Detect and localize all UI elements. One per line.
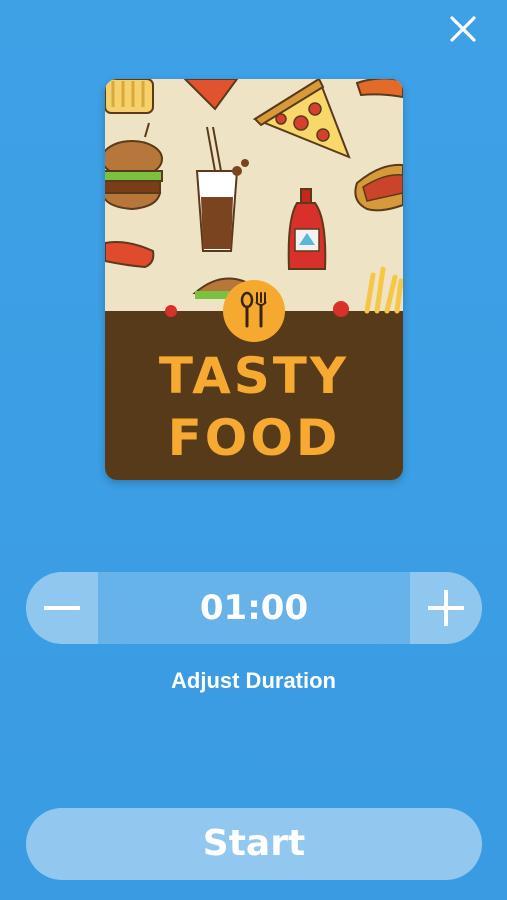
theme-card: TASTY FOOD [105, 79, 403, 480]
fries-icon [105, 79, 154, 114]
card-title-line-2: FOOD [167, 409, 341, 467]
fries-icon [364, 266, 403, 314]
burger-icon [105, 122, 163, 211]
badge [223, 280, 285, 342]
card-title-line-1: TASTY [158, 347, 350, 405]
drink-icon [195, 126, 249, 252]
decrease-duration-button[interactable] [26, 572, 98, 644]
increase-duration-button[interactable] [410, 572, 482, 644]
duration-stepper: 01:00 [26, 572, 482, 644]
pizza-slice-icon [183, 79, 239, 111]
minus-icon [44, 606, 80, 610]
sausage-icon [355, 79, 403, 99]
spoon-fork-icon [240, 291, 267, 328]
pizza-icon [252, 79, 351, 159]
plus-icon [428, 590, 464, 626]
hotdog-icon [354, 163, 403, 212]
ketchup-icon [287, 188, 327, 270]
adjust-duration-label: Adjust Duration [171, 668, 336, 693]
start-button[interactable]: Start [26, 808, 482, 880]
duration-value: 01:00 [199, 588, 309, 628]
close-icon [450, 16, 476, 42]
start-button-label: Start [202, 823, 306, 864]
sausage-icon [105, 241, 155, 269]
close-button[interactable] [446, 12, 480, 46]
